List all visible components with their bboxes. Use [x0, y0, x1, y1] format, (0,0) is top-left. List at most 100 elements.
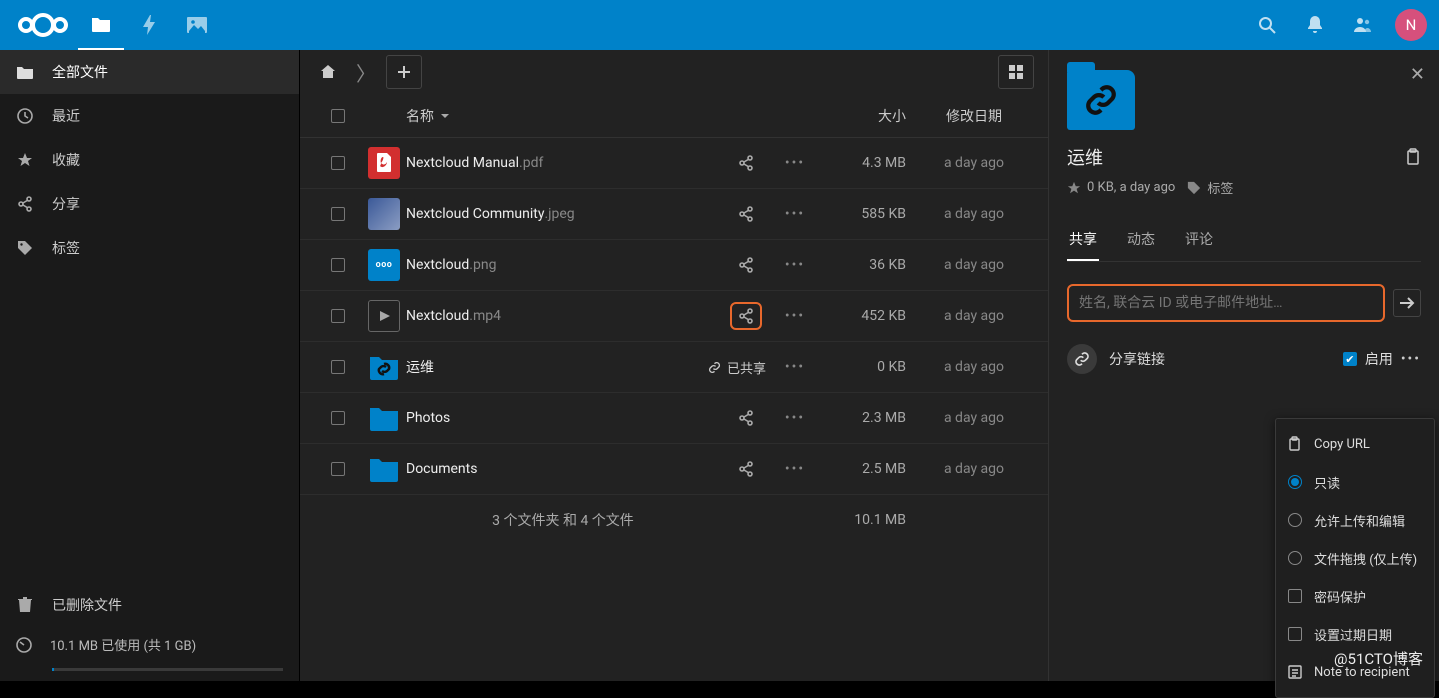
share-link-label: 分享链接: [1109, 349, 1165, 369]
row-checkbox[interactable]: [331, 462, 345, 476]
search-icon[interactable]: [1245, 0, 1289, 50]
sidebar-label: 收藏: [52, 150, 80, 170]
popover-item[interactable]: 允许上传和编辑: [1276, 501, 1434, 539]
file-size: 585 KB: [818, 206, 914, 222]
popover-item[interactable]: 文件拖拽 (仅上传): [1276, 539, 1434, 577]
detail-tabs: 共享 动态 评论: [1067, 221, 1421, 262]
file-date: a day ago: [914, 410, 1034, 426]
column-date[interactable]: 修改日期: [914, 106, 1034, 126]
table-row[interactable]: oooNextcloud.png•••36 KBa day ago: [300, 240, 1048, 291]
more-icon[interactable]: •••: [785, 461, 805, 477]
share-search-input[interactable]: [1067, 284, 1385, 322]
tab-sharing[interactable]: 共享: [1067, 221, 1099, 261]
file-date: a day ago: [914, 257, 1034, 273]
clock-icon: [16, 108, 34, 124]
sidebar-label: 标签: [52, 238, 80, 258]
sidebar-item-recent[interactable]: 最近: [0, 94, 299, 138]
row-checkbox[interactable]: [331, 207, 345, 221]
sidebar-item-favorites[interactable]: 收藏: [0, 138, 299, 182]
share-icon[interactable]: [738, 461, 754, 477]
sidebar-item-tags[interactable]: 标签: [0, 226, 299, 270]
popover-item[interactable]: Copy URL: [1276, 425, 1434, 463]
more-icon[interactable]: •••: [785, 359, 805, 375]
file-name[interactable]: Photos: [406, 410, 720, 426]
files-app-icon[interactable]: [78, 0, 124, 50]
more-icon[interactable]: •••: [785, 410, 805, 426]
quota-text: 10.1 MB 已使用 (共 1 GB): [50, 635, 196, 654]
file-name[interactable]: Nextcloud Manual.pdf: [406, 155, 720, 171]
file-type-icon: [362, 198, 406, 230]
row-checkbox[interactable]: [331, 156, 345, 170]
table-row[interactable]: Nextcloud Community.jpeg•••585 KBa day a…: [300, 189, 1048, 240]
file-type-icon: [362, 402, 406, 434]
app-header: N: [0, 0, 1439, 50]
more-icon[interactable]: •••: [785, 206, 805, 222]
app-nav: [78, 0, 220, 50]
watermark: @51CTO博客: [1334, 648, 1423, 669]
column-name[interactable]: 名称: [406, 106, 720, 126]
share-icon[interactable]: [730, 302, 762, 330]
share-submit-icon[interactable]: [1393, 289, 1421, 317]
popover-label: Copy URL: [1314, 437, 1370, 452]
share-icon[interactable]: [738, 155, 754, 171]
file-type-icon: ooo: [362, 249, 406, 281]
sort-icon: [440, 111, 450, 121]
close-icon[interactable]: ✕: [1410, 64, 1425, 85]
clipboard-icon[interactable]: [1405, 148, 1421, 166]
table-row[interactable]: 运维已共享•••0 KBa day ago: [300, 342, 1048, 393]
table-row[interactable]: Photos•••2.3 MBa day ago: [300, 393, 1048, 444]
file-name[interactable]: 运维: [406, 357, 674, 377]
share-icon[interactable]: [738, 410, 754, 426]
sidebar-item-all-files[interactable]: 全部文件: [0, 50, 299, 94]
gallery-app-icon[interactable]: [174, 0, 220, 50]
column-size[interactable]: 大小: [818, 106, 914, 126]
select-all-checkbox[interactable]: [331, 109, 345, 123]
home-icon[interactable]: [310, 55, 346, 89]
row-checkbox[interactable]: [331, 360, 345, 374]
more-icon[interactable]: •••: [1401, 351, 1421, 367]
gauge-icon: [16, 637, 32, 653]
checkbox-icon: [1288, 627, 1302, 641]
file-name[interactable]: Nextcloud Community.jpeg: [406, 206, 720, 222]
more-icon[interactable]: •••: [785, 308, 805, 324]
activity-app-icon[interactable]: [126, 0, 172, 50]
sidebar-item-share[interactable]: 分享: [0, 182, 299, 226]
tab-comments[interactable]: 评论: [1183, 221, 1215, 261]
file-name[interactable]: Nextcloud.mp4: [406, 308, 720, 324]
more-icon[interactable]: •••: [785, 257, 805, 273]
quota-row: 10.1 MB 已使用 (共 1 GB): [0, 627, 299, 664]
new-button[interactable]: [386, 55, 422, 89]
tab-activity[interactable]: 动态: [1125, 221, 1157, 261]
shared-indicator[interactable]: 已共享: [708, 358, 766, 377]
table-row[interactable]: Nextcloud Manual.pdf•••4.3 MBa day ago: [300, 138, 1048, 189]
sidebar-label: 全部文件: [52, 62, 108, 82]
file-name[interactable]: Documents: [406, 461, 720, 477]
summary-text: 3 个文件夹 和 4 个文件: [406, 510, 720, 530]
table-row[interactable]: Documents•••2.5 MBa day ago: [300, 444, 1048, 495]
contacts-icon[interactable]: [1341, 0, 1385, 50]
sidebar-item-trash[interactable]: 已删除文件: [0, 583, 299, 627]
grid-view-icon[interactable]: [998, 55, 1034, 89]
row-checkbox[interactable]: [331, 258, 345, 272]
file-size: 4.3 MB: [818, 155, 914, 171]
file-name[interactable]: Nextcloud.png: [406, 257, 720, 273]
share-icon[interactable]: [738, 206, 754, 222]
table-row[interactable]: Nextcloud.mp4•••452 KBa day ago: [300, 291, 1048, 342]
more-icon[interactable]: •••: [785, 155, 805, 171]
popover-item[interactable]: 只读: [1276, 463, 1434, 501]
enable-checkbox[interactable]: ✔: [1343, 352, 1357, 366]
file-type-icon: [362, 300, 406, 332]
nextcloud-logo[interactable]: [12, 8, 74, 42]
toolbar: 〉: [300, 50, 1048, 94]
share-icon[interactable]: [738, 257, 754, 273]
folder-icon: [16, 65, 34, 80]
detail-favorite[interactable]: 0 KB, a day ago: [1067, 180, 1175, 195]
user-avatar[interactable]: N: [1395, 9, 1427, 41]
row-checkbox[interactable]: [331, 411, 345, 425]
notifications-icon[interactable]: [1293, 0, 1337, 50]
file-size: 0 KB: [818, 359, 914, 375]
detail-tags[interactable]: 标签: [1187, 178, 1233, 197]
row-checkbox[interactable]: [331, 309, 345, 323]
quota-bar: [52, 668, 283, 671]
popover-item[interactable]: 密码保护: [1276, 577, 1434, 615]
